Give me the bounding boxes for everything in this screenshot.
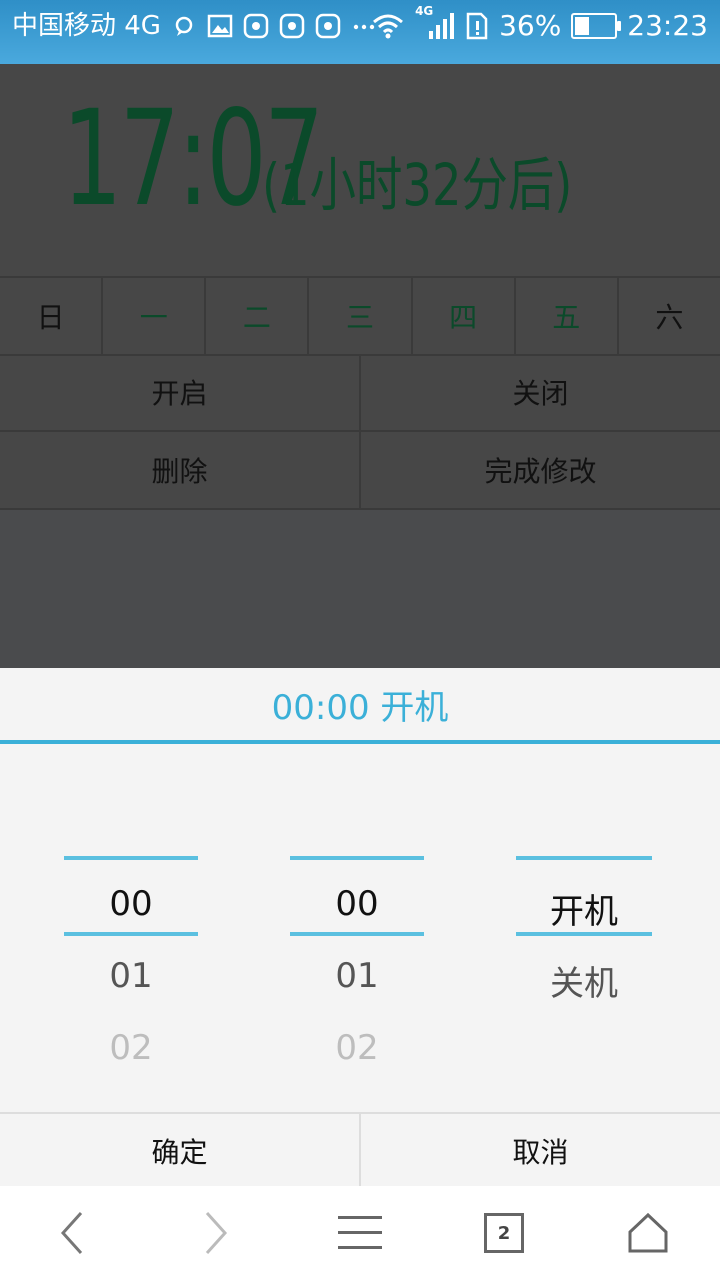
minute-selected[interactable]: 00 bbox=[290, 884, 424, 924]
dialog-actions: 确定 取消 bbox=[0, 1112, 720, 1188]
message-icon bbox=[175, 16, 193, 36]
battery-fill bbox=[575, 17, 590, 35]
home-button[interactable] bbox=[618, 1208, 678, 1258]
wifi-icon bbox=[373, 14, 404, 39]
browser-nav-bar: 2 bbox=[0, 1186, 720, 1280]
selection-line-top bbox=[516, 856, 652, 860]
hour-option[interactable]: 01 bbox=[64, 956, 198, 996]
delete-button[interactable]: 删除 bbox=[0, 432, 361, 508]
app-notification-icon bbox=[315, 13, 341, 39]
sim-alert-icon bbox=[466, 12, 488, 40]
forward-button[interactable] bbox=[186, 1208, 246, 1258]
menu-button[interactable] bbox=[330, 1208, 390, 1258]
edit-row: 删除 完成修改 bbox=[0, 432, 720, 510]
clock: 23:23 bbox=[627, 9, 708, 42]
dialog-title: 00:00 开机 bbox=[271, 687, 449, 728]
weekday-sat[interactable]: 六 bbox=[619, 278, 720, 354]
hour-selected[interactable]: 00 bbox=[64, 884, 198, 924]
minute-option[interactable]: 01 bbox=[290, 956, 424, 996]
tabs-button[interactable]: 2 bbox=[474, 1208, 534, 1258]
hour-wheel[interactable]: 00 01 02 bbox=[64, 856, 198, 1116]
minute-wheel[interactable]: 00 01 02 bbox=[290, 856, 424, 1116]
status-left: 中国移动 4G bbox=[12, 10, 377, 42]
finish-edit-button[interactable]: 完成修改 bbox=[361, 432, 720, 508]
mode-wheel[interactable]: 开机 关机 bbox=[516, 856, 652, 1116]
network-badge: 4G bbox=[415, 4, 434, 18]
selection-line-top bbox=[64, 856, 198, 860]
status-right: 4G 36% 23:23 bbox=[371, 5, 708, 42]
home-icon bbox=[628, 1212, 668, 1253]
weekday-mon[interactable]: 一 bbox=[103, 278, 207, 354]
mode-selected[interactable]: 开机 bbox=[516, 884, 652, 933]
enable-button[interactable]: 开启 bbox=[0, 354, 361, 430]
selection-line-bottom bbox=[290, 932, 424, 936]
weekday-thu[interactable]: 四 bbox=[413, 278, 516, 354]
selection-line-bottom bbox=[516, 932, 652, 936]
app-notification-icon bbox=[279, 13, 305, 39]
chevron-right-icon bbox=[205, 1211, 228, 1255]
minute-option[interactable]: 02 bbox=[290, 1028, 424, 1068]
chevron-left-icon bbox=[60, 1211, 83, 1255]
disable-button[interactable]: 关闭 bbox=[361, 354, 720, 430]
dialog-title-divider bbox=[0, 740, 720, 744]
battery-icon bbox=[571, 13, 622, 39]
weekday-fri[interactable]: 五 bbox=[516, 278, 619, 354]
weekday-sun[interactable]: 日 bbox=[0, 278, 104, 354]
selection-line-top bbox=[290, 856, 424, 860]
toggle-row: 开启 关闭 bbox=[0, 354, 720, 432]
signal-indicator: 4G bbox=[415, 5, 455, 41]
carrier-label: 中国移动 4G bbox=[12, 11, 161, 41]
tab-count: 2 bbox=[484, 1213, 524, 1253]
image-icon bbox=[207, 14, 233, 38]
alarm-relative-time: (1小时32分后) bbox=[262, 151, 573, 219]
menu-icon bbox=[338, 1216, 382, 1249]
back-button[interactable] bbox=[42, 1208, 102, 1258]
battery-percent: 36% bbox=[499, 9, 562, 42]
dim-overlay[interactable] bbox=[0, 510, 720, 668]
cancel-button[interactable]: 取消 bbox=[361, 1114, 720, 1188]
weekday-tue[interactable]: 二 bbox=[206, 278, 310, 354]
mode-option[interactable]: 关机 bbox=[516, 956, 652, 1005]
selection-line-bottom bbox=[64, 932, 198, 936]
status-bar: 中国移动 4G 4G 36% 23:23 bbox=[0, 0, 720, 64]
app-notification-icon bbox=[243, 13, 269, 39]
hour-option[interactable]: 02 bbox=[64, 1028, 198, 1068]
time-picker-dialog: 00:00 开机 00 01 02 00 01 02 开机 关机 确定 取消 bbox=[0, 668, 720, 1188]
alarm-header: 17:07 (1小时32分后) bbox=[0, 64, 720, 276]
weekday-wed[interactable]: 三 bbox=[309, 278, 413, 354]
confirm-button[interactable]: 确定 bbox=[0, 1114, 361, 1188]
weekday-selector: 日 一 二 三 四 五 六 bbox=[0, 276, 720, 356]
